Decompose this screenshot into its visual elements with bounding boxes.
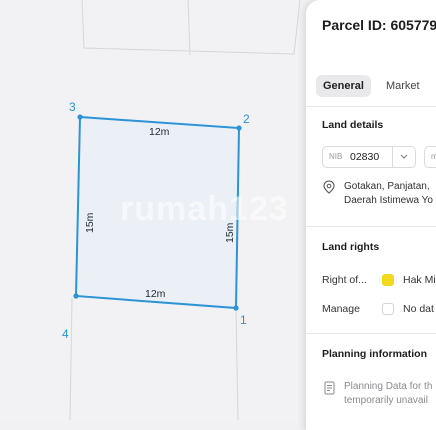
vertex-label-1: 1 [240, 313, 247, 327]
nib-label: NIB [329, 152, 343, 161]
parcel-detail-panel: Parcel ID: 605779 General Market Land de… [306, 0, 436, 430]
neighbor-parcel-divider [187, 0, 191, 56]
vertex-label-2: 2 [243, 112, 250, 126]
address-line-1: Gotakan, Panjatan, [344, 181, 430, 192]
vertex-2-marker[interactable] [236, 125, 242, 131]
tab-market[interactable]: Market [379, 75, 427, 97]
location-pin-icon [323, 180, 335, 199]
manage-label: Manage [322, 303, 360, 315]
secondary-field[interactable]: m [424, 146, 436, 168]
manage-value: No dat [403, 303, 434, 315]
address: Gotakan, Panjatan, Daerah Istimewa Yo [344, 180, 433, 208]
land-details-heading: Land details [322, 119, 384, 131]
edge-length-left: 15m [84, 212, 96, 233]
vertex-label-3: 3 [69, 100, 76, 114]
neighbor-parcel-edge-left [69, 297, 73, 420]
planning-line-1: Planning Data for th [344, 381, 433, 392]
panel-tabs: General Market [316, 75, 427, 97]
secondary-field-label: m [431, 152, 436, 161]
watermark: rumah123 [120, 190, 289, 228]
manage-swatch [382, 303, 394, 315]
planning-heading: Planning information [322, 348, 427, 360]
right-of-label: Right of... [322, 274, 367, 286]
vertex-3-marker[interactable] [77, 114, 83, 120]
nib-value: 02830 [350, 151, 380, 163]
nib-select[interactable]: NIB 02830 [322, 146, 416, 168]
document-icon [324, 381, 335, 400]
neighbor-parcel-edge-right [235, 309, 239, 420]
planning-line-2: temporarily unavail [344, 395, 428, 406]
tab-general[interactable]: General [316, 75, 371, 97]
planning-info-message: Planning Data for th temporarily unavail [344, 380, 432, 408]
edge-length-top: 12m [149, 126, 170, 138]
vertex-4-marker[interactable] [73, 293, 79, 299]
edge-length-bottom: 12m [145, 288, 166, 300]
divider [306, 333, 436, 334]
right-of-value: Hak Mi [403, 274, 436, 286]
vertex-1-marker[interactable] [233, 305, 239, 311]
land-rights-heading: Land rights [322, 241, 380, 253]
address-line-2: Daerah Istimewa Yo [344, 195, 433, 206]
divider [306, 106, 436, 107]
chevron-down-icon[interactable] [392, 147, 415, 167]
right-of-color-swatch [382, 274, 394, 286]
vertex-label-4: 4 [62, 327, 69, 341]
divider [306, 226, 436, 227]
parcel-id-title: Parcel ID: 605779 [322, 17, 436, 33]
neighbor-parcel-outline [81, 0, 301, 55]
